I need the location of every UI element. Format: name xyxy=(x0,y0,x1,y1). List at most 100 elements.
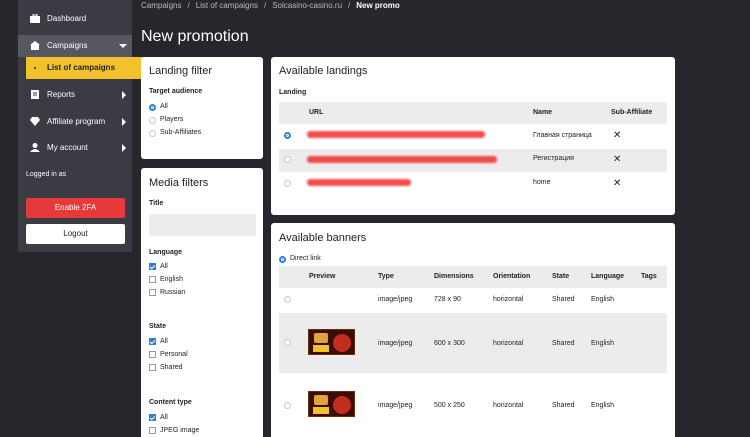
briefcase-icon xyxy=(30,14,40,23)
banner-radio[interactable] xyxy=(284,339,291,346)
banner-radio[interactable] xyxy=(284,402,291,409)
chevron-right-icon xyxy=(122,118,126,126)
banner-state: Shared xyxy=(552,340,575,347)
breadcrumb-item[interactable]: List of campaigns xyxy=(196,1,258,10)
chevron-down-icon xyxy=(119,44,127,48)
chevron-right-icon xyxy=(122,91,126,99)
option-label: All xyxy=(160,263,168,270)
landing-name: Главная страница xyxy=(533,132,592,139)
user-icon xyxy=(30,143,40,152)
sidebar-item-label: My account xyxy=(47,143,88,152)
banner-state: Shared xyxy=(552,402,575,409)
banner-type: image/jpeg xyxy=(378,340,413,347)
landing-radio[interactable] xyxy=(284,156,291,163)
checkbox-language-russian[interactable] xyxy=(149,289,156,296)
checkbox-content-jpeg[interactable] xyxy=(149,427,156,434)
logout-button[interactable]: Logout xyxy=(26,224,125,244)
card-title: Available banners xyxy=(279,232,367,244)
language-label: Language xyxy=(149,249,183,256)
column-header: State xyxy=(552,273,570,280)
sidebar-subitem-list-of-campaigns[interactable]: List of campaigns xyxy=(26,57,143,79)
landing-name: Регистрация xyxy=(533,155,574,162)
available-landings-card: Available landings Landing URL Name Sub-… xyxy=(271,57,675,215)
option-label: All xyxy=(160,414,168,421)
banner-orientation: horizontal xyxy=(493,296,524,303)
banner-type: image/jpeg xyxy=(378,296,413,303)
radio-all[interactable] xyxy=(149,104,156,111)
redacted-url xyxy=(307,131,485,138)
home-icon xyxy=(30,41,40,50)
breadcrumb-current: New promo xyxy=(356,1,400,10)
sidebar-item-my-account[interactable]: My account xyxy=(18,137,132,159)
banner-language: English xyxy=(591,402,614,409)
breadcrumb-item[interactable]: Campaigns xyxy=(141,1,181,10)
banner-dimensions: 728 x 90 xyxy=(434,296,461,303)
sidebar-subitem-label: List of campaigns xyxy=(47,63,116,72)
table-header: URL Name Sub-Affiliate xyxy=(279,102,667,124)
checkbox-state-personal[interactable] xyxy=(149,351,156,358)
target-audience-label: Target audience xyxy=(149,88,203,95)
checkbox-language-english[interactable] xyxy=(149,276,156,283)
title-label: Title xyxy=(149,200,164,207)
direct-link-radio[interactable] xyxy=(279,256,286,263)
sidebar-item-label: Dashboard xyxy=(47,14,87,23)
bullet-icon xyxy=(34,67,36,69)
sidebar-item-dashboard[interactable]: Dashboard xyxy=(18,8,132,30)
file-icon xyxy=(31,90,39,99)
card-title: Media filters xyxy=(149,177,209,189)
option-label: All xyxy=(160,338,168,345)
column-header: Dimensions xyxy=(434,273,474,280)
banner-preview-image xyxy=(308,391,355,417)
option-label: JPEG image xyxy=(160,427,200,434)
checkbox-state-all[interactable] xyxy=(149,338,156,345)
column-header: Type xyxy=(378,273,394,280)
option-label: Players xyxy=(160,116,184,123)
available-banners-card: Available banners Direct link Preview Ty… xyxy=(271,223,675,437)
sidebar-item-label: Campaigns xyxy=(47,41,88,50)
banner-orientation: horizontal xyxy=(493,402,524,409)
logged-in-label: Logged in as xyxy=(26,171,67,178)
content-type-label: Content type xyxy=(149,399,192,406)
radio-players[interactable] xyxy=(149,117,156,124)
option-label: Russian xyxy=(160,289,186,296)
chevron-right-icon xyxy=(122,144,126,152)
column-header: Name xyxy=(533,109,553,116)
redacted-url xyxy=(307,156,497,163)
diamond-icon xyxy=(30,117,40,126)
landing-radio[interactable] xyxy=(284,180,291,187)
direct-link-label: Direct link xyxy=(290,255,321,262)
option-label: Personal xyxy=(160,351,188,358)
banner-preview-image xyxy=(308,329,355,355)
checkbox-language-all[interactable] xyxy=(149,263,156,270)
column-header: Language xyxy=(591,273,625,280)
banner-radio[interactable] xyxy=(284,296,291,303)
column-header: Preview xyxy=(309,273,336,280)
breadcrumb-item[interactable]: Solcasino-casino.ru xyxy=(272,1,342,10)
sidebar-item-affiliate-program[interactable]: Affiliate program xyxy=(18,111,132,133)
banner-dimensions: 500 x 250 xyxy=(434,402,465,409)
sidebar-item-label: Reports xyxy=(47,90,76,99)
card-title: Landing filter xyxy=(149,65,212,77)
media-filters-card: Media filters Title Language All English… xyxy=(141,168,263,437)
landing-name: home xyxy=(533,179,551,186)
sidebar-item-campaigns[interactable]: Campaigns xyxy=(18,35,132,57)
landing-filter-card: Landing filter Target audience All Playe… xyxy=(141,57,263,159)
banner-state: Shared xyxy=(552,296,575,303)
banner-language: English xyxy=(591,340,614,347)
page-title: New promotion xyxy=(141,28,249,45)
checkbox-content-all[interactable] xyxy=(149,414,156,421)
title-input[interactable] xyxy=(149,214,256,236)
radio-sub-affiliates[interactable] xyxy=(149,130,156,137)
state-label: State xyxy=(149,323,167,330)
landing-radio[interactable] xyxy=(284,132,291,139)
checkbox-state-shared[interactable] xyxy=(149,364,156,371)
sidebar-item-label: Affiliate program xyxy=(47,117,106,126)
banner-dimensions: 600 x 300 xyxy=(434,340,465,347)
column-header: URL xyxy=(309,109,324,116)
close-icon: ✕ xyxy=(613,130,622,141)
table-header: Preview Type Dimensions Orientation Stat… xyxy=(279,266,667,288)
enable-2fa-button[interactable]: Enable 2FA xyxy=(26,198,125,218)
sidebar-item-reports[interactable]: Reports xyxy=(18,84,132,106)
banner-orientation: horizontal xyxy=(493,340,524,347)
close-icon: ✕ xyxy=(613,178,622,189)
